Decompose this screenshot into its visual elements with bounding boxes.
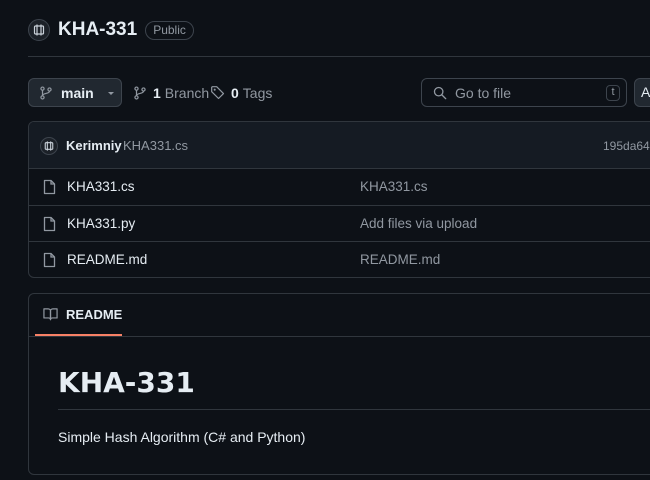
go-to-file-input[interactable]: Go to file t [421, 78, 627, 107]
table-row: README.md README.md [29, 242, 650, 277]
branch-label: main [61, 84, 94, 101]
keyboard-shortcut-hint: t [606, 85, 620, 101]
visibility-badge: Public [145, 20, 194, 40]
commit-hash-link[interactable]: 195da64 · [603, 139, 650, 153]
branches-link[interactable]: 1 Branch [133, 78, 209, 107]
readme-divider [29, 336, 650, 337]
commit-author-link[interactable]: Kerimniy [66, 138, 122, 153]
branch-count-label: Branch [164, 84, 210, 101]
readme-tab-label: README [66, 306, 123, 322]
repo-header: KHA-331 Public [28, 16, 194, 44]
file-name-link[interactable]: KHA331.cs [67, 179, 135, 194]
file-list: Kerimniy KHA331.cs 195da64 · KHA331.cs K… [28, 121, 650, 278]
branch-count: 1 [153, 84, 161, 101]
tag-icon [210, 85, 225, 100]
go-to-file-placeholder: Go to file [455, 84, 512, 101]
git-branch-icon [39, 85, 53, 100]
add-file-button[interactable]: Add file [634, 78, 650, 107]
git-branch-icon [133, 85, 147, 100]
file-icon [43, 216, 56, 232]
tag-count-label: Tags [242, 84, 273, 101]
repo-avatar-icon[interactable] [28, 19, 50, 41]
branch-selector-button[interactable]: main [28, 78, 122, 107]
readme-panel: README KHA-331 Simple Hash Algorithm (C#… [28, 293, 650, 475]
file-commit-link[interactable]: README.md [360, 252, 440, 267]
book-icon [43, 307, 58, 321]
file-commit-link[interactable]: Add files via upload [360, 216, 477, 231]
table-row: KHA331.cs KHA331.cs [29, 169, 650, 206]
heading-rule [58, 409, 650, 410]
tab-readme[interactable]: README [35, 294, 122, 336]
commit-message-link[interactable]: KHA331.cs [123, 138, 188, 153]
readme-heading: KHA-331 [58, 366, 195, 399]
tag-count: 0 [231, 84, 239, 101]
tags-link[interactable]: 0 Tags [210, 78, 272, 107]
file-icon [43, 179, 56, 195]
repo-name-link[interactable]: KHA-331 [58, 19, 137, 41]
table-row: KHA331.py Add files via upload [29, 206, 650, 242]
author-avatar[interactable] [40, 137, 58, 155]
file-name-link[interactable]: README.md [67, 252, 147, 267]
latest-commit-row: Kerimniy KHA331.cs 195da64 · [29, 122, 650, 169]
readme-description: Simple Hash Algorithm (C# and Python) [58, 429, 306, 445]
caret-down-icon [106, 88, 116, 98]
search-icon [433, 86, 447, 100]
file-icon [43, 252, 56, 268]
file-commit-link[interactable]: KHA331.cs [360, 179, 428, 194]
header-divider [28, 56, 650, 57]
repo-page: KHA-331 Public main 1 Branch 0 Tags Go t… [0, 0, 650, 480]
file-name-link[interactable]: KHA331.py [67, 216, 135, 231]
